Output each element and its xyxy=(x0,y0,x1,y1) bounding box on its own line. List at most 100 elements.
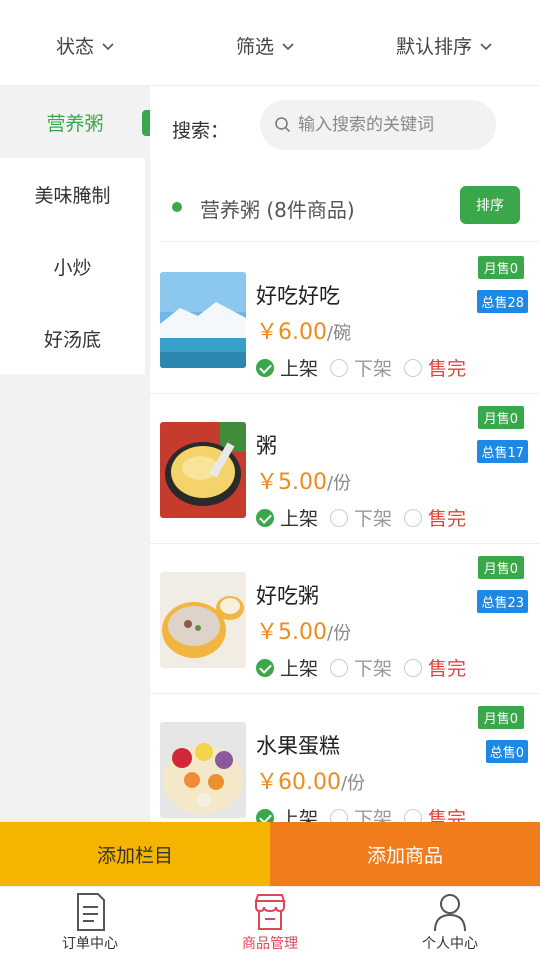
bottom-tab-bar: 订单中心 商品管理 个人中心 xyxy=(0,886,540,960)
product-item[interactable]: 水果蛋糕 ￥60.00/份 上架 下架 售完 月售0 总售0 xyxy=(150,694,540,822)
status-on-label: 上架 xyxy=(280,358,319,380)
total-sales-badge: 总售23 xyxy=(477,590,528,613)
status-soldout-label: 售完 xyxy=(428,508,467,530)
status-selector: 上架 下架 售完 xyxy=(256,504,478,531)
price-unit: /碗 xyxy=(327,323,352,344)
month-sales-badge: 月售0 xyxy=(477,706,524,729)
tab-label: 个人中心 xyxy=(422,936,478,952)
chevron-down-icon xyxy=(480,42,492,50)
filter-dropdown[interactable]: 筛选 xyxy=(236,32,296,59)
category-sidebar: 营养粥 美味腌制 小炒 好汤底 xyxy=(0,86,150,822)
product-image xyxy=(160,422,246,518)
chevron-down-icon xyxy=(282,42,294,50)
status-on-radio[interactable] xyxy=(256,358,274,377)
month-sales-badge: 月售0 xyxy=(477,256,524,279)
status-soldout-label: 售完 xyxy=(428,808,467,822)
category-title: 营养粥 (8件商品) xyxy=(200,198,355,222)
tab-label: 订单中心 xyxy=(62,936,118,952)
tab-product-management[interactable]: 商品管理 xyxy=(210,891,330,953)
status-off-radio[interactable] xyxy=(330,808,349,822)
status-soldout-radio[interactable] xyxy=(404,808,423,822)
search-input[interactable] xyxy=(298,115,478,135)
status-selector: 上架 下架 售完 xyxy=(256,654,478,681)
status-filter[interactable]: 状态 xyxy=(56,32,116,59)
person-icon xyxy=(434,894,466,932)
product-image xyxy=(160,572,246,668)
total-sales-badge: 总售28 xyxy=(477,290,528,313)
price-unit: /份 xyxy=(340,773,366,794)
document-icon xyxy=(77,893,105,931)
product-image xyxy=(160,722,246,818)
status-on-radio[interactable] xyxy=(256,508,274,527)
category-dot xyxy=(172,202,182,212)
month-sales-badge: 月售0 xyxy=(477,556,524,579)
tab-personal-center[interactable]: 个人中心 xyxy=(390,891,510,953)
status-off-radio[interactable] xyxy=(330,508,349,527)
sidebar-item-label: 小炒 xyxy=(53,256,92,279)
status-on-label: 上架 xyxy=(280,808,319,822)
add-product-button[interactable]: 添加商品 xyxy=(270,822,540,886)
search-icon xyxy=(275,117,291,133)
status-soldout-radio[interactable] xyxy=(404,658,423,677)
price-unit: /份 xyxy=(327,623,352,644)
status-on-label: 上架 xyxy=(280,508,319,530)
store-icon xyxy=(254,894,286,930)
status-off-label: 下架 xyxy=(354,358,393,380)
product-name: 水果蛋糕 xyxy=(256,734,340,758)
product-item[interactable]: 粥 ￥5.00/份 上架 下架 售完 月售0 总售17 xyxy=(150,394,540,544)
price-value: ￥5.00 xyxy=(256,470,327,495)
total-sales-badge: 总售17 xyxy=(477,440,528,463)
sidebar-item-label: 美味腌制 xyxy=(34,184,111,207)
status-off-label: 下架 xyxy=(354,658,393,680)
status-soldout-radio[interactable] xyxy=(404,508,423,527)
sidebar-item-pickled[interactable]: 美味腌制 xyxy=(0,158,145,230)
sidebar-item-nutrition-porridge[interactable]: 营养粥 xyxy=(0,86,150,158)
price-value: ￥5.00 xyxy=(256,620,327,645)
status-off-label: 下架 xyxy=(354,808,393,822)
product-item[interactable]: 好吃粥 ￥5.00/份 上架 下架 售完 月售0 总售23 xyxy=(150,544,540,694)
status-off-label: 下架 xyxy=(354,508,393,530)
tab-label: 商品管理 xyxy=(242,936,298,952)
category-header: 营养粥 (8件商品) 排序 xyxy=(160,172,540,242)
status-on-label: 上架 xyxy=(280,658,319,680)
product-name: 好吃好吃 xyxy=(256,284,340,308)
price-value: ￥60.00 xyxy=(256,770,341,795)
add-column-button[interactable]: 添加栏目 xyxy=(0,822,270,886)
sort-dropdown[interactable]: 默认排序 xyxy=(396,32,494,59)
status-selector: 上架 下架 售完 xyxy=(256,804,478,822)
sidebar-item-label: 好汤底 xyxy=(43,328,101,351)
status-soldout-label: 售完 xyxy=(428,658,467,680)
status-on-radio[interactable] xyxy=(256,658,274,677)
search-box xyxy=(260,100,496,150)
sidebar-item-soup-base[interactable]: 好汤底 xyxy=(0,302,145,374)
product-price: ￥6.00/碗 xyxy=(256,314,351,346)
tab-order-center[interactable]: 订单中心 xyxy=(30,891,150,953)
product-price: ￥5.00/份 xyxy=(256,614,351,646)
product-price: ￥5.00/份 xyxy=(256,464,351,496)
status-off-radio[interactable] xyxy=(330,658,349,677)
sort-label: 默认排序 xyxy=(396,36,473,58)
status-soldout-label: 售完 xyxy=(428,358,467,380)
status-filter-label: 状态 xyxy=(56,36,95,58)
status-off-radio[interactable] xyxy=(330,358,349,377)
status-selector: 上架 下架 售完 xyxy=(256,354,478,381)
sidebar-item-label: 营养粥 xyxy=(46,112,104,135)
product-item[interactable]: 好吃好吃 ￥6.00/碗 上架 下架 售完 月售0 总售28 xyxy=(150,244,540,394)
filter-bar: 状态 筛选 默认排序 xyxy=(0,0,540,86)
product-list: 好吃好吃 ￥6.00/碗 上架 下架 售完 月售0 总售28 粥 ￥5.00/份… xyxy=(150,244,540,822)
sidebar-item-stir-fry[interactable]: 小炒 xyxy=(0,230,145,302)
filter-label: 筛选 xyxy=(236,36,275,58)
price-value: ￥6.00 xyxy=(256,320,327,345)
total-sales-badge: 总售0 xyxy=(485,740,528,763)
status-soldout-radio[interactable] xyxy=(404,358,423,377)
product-name: 粥 xyxy=(256,434,277,458)
search-label: 搜索： xyxy=(172,120,230,142)
status-on-radio[interactable] xyxy=(256,808,274,822)
sort-button[interactable]: 排序 xyxy=(460,186,520,224)
product-price: ￥60.00/份 xyxy=(256,764,365,796)
price-unit: /份 xyxy=(327,473,352,494)
product-name: 好吃粥 xyxy=(256,584,319,608)
chevron-down-icon xyxy=(102,42,114,50)
month-sales-badge: 月售0 xyxy=(477,406,524,429)
product-image xyxy=(160,272,246,368)
